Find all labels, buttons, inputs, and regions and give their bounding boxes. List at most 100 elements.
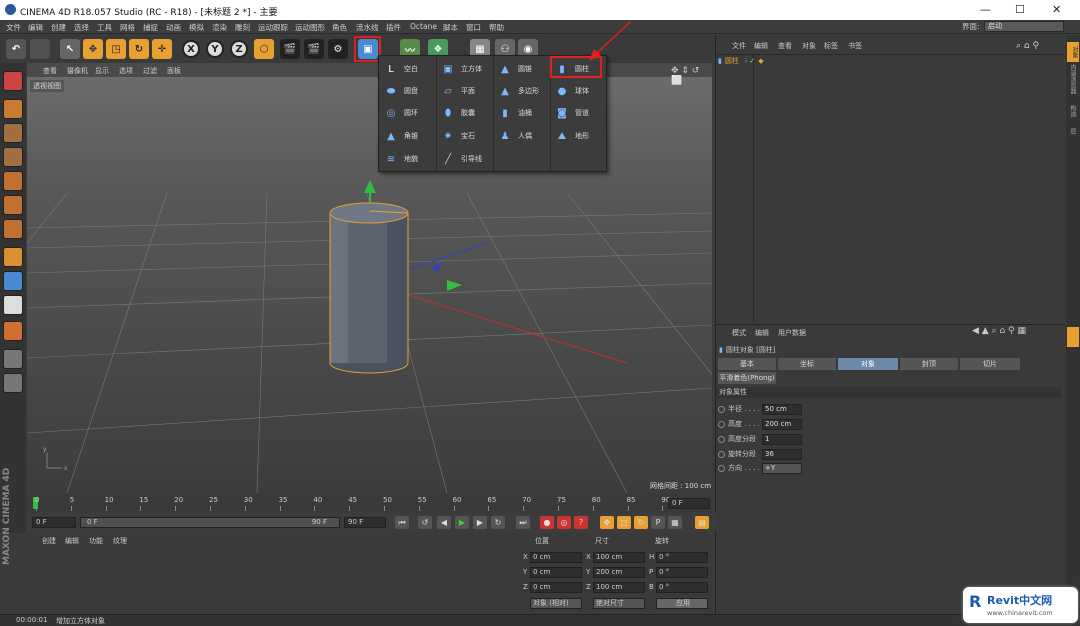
key-param-icon[interactable]: P — [651, 516, 665, 529]
am-menu-edit[interactable]: 编辑 — [755, 328, 769, 338]
side-tab-content-browser[interactable]: 内容浏览器 — [1068, 64, 1077, 94]
prev-frame-icon[interactable]: ◀ — [437, 516, 451, 529]
tab-caps[interactable]: 封顶 — [900, 358, 958, 370]
start-frame-field[interactable]: 0 F — [32, 517, 76, 528]
om-menu-objects[interactable]: 对象 — [802, 41, 816, 51]
z-axis-lock-icon[interactable]: Z — [230, 40, 248, 58]
points-mode-icon[interactable] — [3, 171, 23, 191]
tab-phong[interactable]: 平滑着色(Phong) — [718, 372, 776, 384]
om-menu-tags[interactable]: 标签 — [824, 41, 838, 51]
viewport-menu-panel[interactable]: 面板 — [167, 66, 181, 76]
menu-character[interactable]: 角色 — [332, 22, 347, 33]
menu-plugins[interactable]: 插件 — [386, 22, 401, 33]
solo-icon[interactable] — [3, 373, 23, 393]
primitive-tube[interactable]: ◙ 管道 — [555, 103, 589, 123]
keyframe-radio-icon[interactable] — [718, 450, 725, 458]
menu-snap[interactable]: 捕捉 — [143, 22, 158, 33]
layout-select[interactable]: 启动 — [984, 21, 1064, 32]
keyframe-radio-icon[interactable] — [718, 464, 725, 472]
height-segments-input[interactable]: 1 — [762, 433, 802, 445]
menu-script[interactable]: 脚本 — [443, 22, 458, 33]
grid-icon[interactable] — [3, 349, 23, 369]
menu-mesh[interactable]: 网格 — [120, 22, 135, 33]
next-key-icon[interactable]: ↻ — [491, 516, 505, 529]
next-frame-icon[interactable]: ▶ — [473, 516, 487, 529]
primitive-guide[interactable]: ╱ 引导线 — [441, 149, 482, 169]
menu-select[interactable]: 选择 — [74, 22, 89, 33]
om-search-icons[interactable]: ⌕ ⌂ ⚲ — [1016, 41, 1039, 51]
menu-tools[interactable]: 工具 — [97, 22, 112, 33]
key-position-icon[interactable]: ✥ — [600, 516, 614, 529]
am-menu-mode[interactable]: 模式 — [732, 328, 746, 338]
primitive-cone[interactable]: ▲ 圆锥 — [498, 59, 532, 79]
tab-object[interactable]: 对象 — [838, 358, 898, 370]
menu-octane[interactable]: Octane — [410, 22, 437, 31]
autokey-icon[interactable]: ◎ — [557, 516, 571, 529]
primitive-null[interactable]: L 空白 — [384, 59, 418, 79]
rot-p-input[interactable]: 0 ° — [656, 567, 708, 578]
object-row-cylinder[interactable]: ▮ 圆柱 ⁝ ✓ ◆ — [718, 56, 764, 66]
menu-render[interactable]: 渲染 — [212, 22, 227, 33]
goto-end-icon[interactable]: ⏭ — [516, 516, 530, 529]
side-tab-layers[interactable]: 层 — [1068, 128, 1077, 134]
prev-key-icon[interactable]: ↺ — [418, 516, 432, 529]
om-menu-edit[interactable]: 编辑 — [754, 41, 768, 51]
mm-menu-function[interactable]: 功能 — [89, 536, 103, 546]
om-menu-bookmarks[interactable]: 书签 — [848, 41, 862, 51]
om-menu-file[interactable]: 文件 — [732, 41, 746, 51]
menu-create[interactable]: 创建 — [51, 22, 66, 33]
viewport-menu-options[interactable]: 选项 — [119, 66, 133, 76]
pos-y-input[interactable]: 0 cm — [530, 567, 582, 578]
timeline-ruler[interactable]: 0 5 10 15 20 25 30 35 40 45 50 55 60 65 70 75 80 85 90 — [27, 494, 712, 512]
rot-b-input[interactable]: 0 ° — [656, 582, 708, 593]
primitive-figure[interactable]: ♟ 人偶 — [498, 126, 532, 146]
render-view-icon[interactable]: 🎬 — [280, 39, 300, 59]
am-menu-user-data[interactable]: 用户数据 — [778, 328, 806, 338]
tab-coord[interactable]: 坐标 — [778, 358, 836, 370]
rotation-segments-input[interactable]: 36 — [762, 448, 802, 460]
keyframe-radio-icon[interactable] — [718, 420, 725, 428]
workplane-lock-icon[interactable] — [3, 321, 23, 341]
key-pla-icon[interactable]: ▦ — [668, 516, 682, 529]
move-icon[interactable]: ✥ — [83, 39, 103, 59]
maximize-button[interactable]: ☐ — [1015, 3, 1025, 16]
primitive-sphere[interactable]: ● 球体 — [555, 81, 589, 101]
undo-icon[interactable]: ↶ — [6, 39, 26, 59]
edges-mode-icon[interactable] — [3, 195, 23, 215]
primitive-landscape[interactable]: ⛰ 地形 — [555, 126, 589, 146]
am-nav-icons[interactable]: ◀ ▲ ⌕ ⌂ ⚲ ▦ — [972, 326, 1026, 336]
goto-start-icon[interactable]: ⏮ — [395, 516, 409, 529]
height-input[interactable]: 200 cm — [762, 418, 802, 430]
keyframe-radio-icon[interactable] — [718, 405, 725, 413]
viewport-menu-view[interactable]: 查看 — [43, 66, 57, 76]
axis-mode-icon[interactable] — [3, 247, 23, 267]
menu-sculpt[interactable]: 雕刻 — [235, 22, 250, 33]
tweak-mode-icon[interactable] — [3, 271, 23, 291]
size-x-input[interactable]: 100 cm — [593, 552, 645, 563]
viewport-nav-icons[interactable]: ✥ ⇕ ↺ ⬜ — [671, 66, 712, 86]
mm-menu-create[interactable]: 创建 — [42, 536, 56, 546]
x-axis-lock-icon[interactable]: X — [182, 40, 200, 58]
side-tab-attributes[interactable] — [1067, 327, 1079, 347]
keyframe-radio-icon[interactable] — [718, 435, 725, 443]
tab-basic[interactable]: 基本 — [718, 358, 776, 370]
mm-menu-edit[interactable]: 编辑 — [65, 536, 79, 546]
coordinate-system-icon[interactable]: ⬡ — [254, 39, 274, 59]
rotate-icon[interactable]: ↻ — [129, 39, 149, 59]
menu-simulate[interactable]: 模拟 — [189, 22, 204, 33]
primitive-polygon[interactable]: ▲ 多边形 — [498, 81, 539, 101]
menu-window[interactable]: 窗口 — [466, 22, 481, 33]
mm-menu-texture[interactable]: 纹理 — [113, 536, 127, 546]
viewport-menu-filter[interactable]: 过滤 — [143, 66, 157, 76]
visibility-check-icon[interactable]: ⁝ ✓ — [745, 57, 755, 65]
workplane-mode-icon[interactable] — [3, 147, 23, 167]
primitive-oil-tank[interactable]: ▮ 油桶 — [498, 103, 532, 123]
menu-animate[interactable]: 动画 — [166, 22, 181, 33]
orientation-select[interactable]: +Y — [762, 462, 802, 474]
primitive-platonic[interactable]: ✷ 宝石 — [441, 126, 475, 146]
scale-icon[interactable]: ◳ — [106, 39, 126, 59]
polygons-mode-icon[interactable] — [3, 219, 23, 239]
render-picture-viewer-icon[interactable]: 🎬 — [304, 39, 324, 59]
menu-help[interactable]: 帮助 — [489, 22, 504, 33]
key-scale-icon[interactable]: ◳ — [617, 516, 631, 529]
